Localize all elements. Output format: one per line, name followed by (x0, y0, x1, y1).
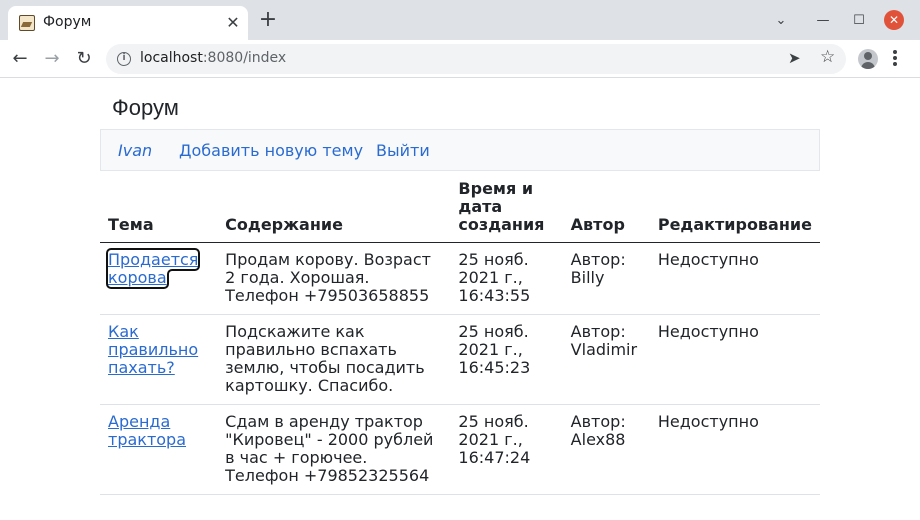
browser-toolbar: ← → ↻ i localhost:8080/index ➤ ☆ (0, 40, 920, 78)
header-topic: Тема (100, 176, 218, 243)
maximize-window-button[interactable]: ☐ (848, 10, 870, 32)
reload-icon[interactable]: ↻ (72, 47, 96, 71)
table-row: Продается корова Продам корову. Возраст … (100, 242, 820, 315)
tab-title: Форум (43, 14, 92, 30)
address-bar[interactable]: i localhost:8080/index ➤ ☆ (106, 44, 846, 74)
browser-menu-icon[interactable] (892, 49, 898, 69)
minimize-window-button[interactable]: — (812, 10, 834, 32)
author-cell: Автор: Vladimir (562, 314, 650, 405)
content-cell: Сдам в аренду трактор "Кировец" - 2000 р… (217, 404, 451, 495)
header-edit: Редактирование (649, 176, 820, 243)
author-cell: Автор: Alex88 (562, 404, 650, 495)
browser-tabstrip: Форум ✕ + ⌄ — ☐ ✕ (0, 0, 920, 40)
topic-cell: Продается корова (100, 242, 218, 315)
back-arrow-icon[interactable]: ← (8, 47, 32, 71)
tab-close-icon[interactable]: ✕ (224, 14, 242, 32)
url-path: :8080/index (202, 50, 287, 66)
url-text[interactable]: localhost:8080/index (140, 50, 286, 66)
topic-link[interactable]: Аренда трактора (108, 412, 186, 449)
favicon-icon (19, 15, 35, 31)
tab-search-dropdown-icon[interactable]: ⌄ (770, 10, 792, 32)
topic-cell: Аренда трактора (100, 404, 218, 495)
top-navbar: Ivan Добавить новую тему Выйти (100, 129, 820, 171)
topic-cell: Как правильно пахать? (100, 314, 218, 405)
content-cell: Подскажите как правильно вспахать землю,… (217, 314, 451, 405)
table-row: Аренда трактора Сдам в аренду трактор "К… (100, 404, 820, 495)
logout-link[interactable]: Выйти (376, 141, 430, 160)
author-cell: Автор: Billy (562, 242, 650, 315)
topics-table: Тема Содержание Время и дата создания Ав… (100, 176, 820, 495)
table-row: Как правильно пахать? Подскажите как пра… (100, 314, 820, 405)
current-user-name[interactable]: Ivan (118, 141, 152, 160)
time-cell: 25 нояб. 2021 г., 16:43:55 (450, 242, 563, 315)
edit-cell: Недоступно (649, 314, 820, 405)
header-author: Автор (562, 176, 650, 243)
profile-avatar-icon[interactable] (858, 49, 878, 69)
bookmark-star-icon[interactable]: ☆ (820, 47, 835, 67)
header-time: Время и дата создания (450, 176, 563, 243)
site-info-icon[interactable]: i (117, 52, 131, 66)
edit-cell: Недоступно (649, 242, 820, 315)
time-cell: 25 нояб. 2021 г., 16:45:23 (450, 314, 563, 405)
add-topic-link[interactable]: Добавить новую тему (179, 141, 363, 160)
edit-cell: Недоступно (649, 404, 820, 495)
topic-link[interactable]: Продается корова (105, 248, 201, 289)
page-title: Форум (112, 95, 179, 120)
new-tab-button[interactable]: + (256, 9, 280, 33)
close-window-button[interactable]: ✕ (884, 10, 904, 30)
header-content: Содержание (217, 176, 451, 243)
browser-tab[interactable]: Форум ✕ (8, 6, 248, 40)
send-to-devices-icon[interactable]: ➤ (788, 49, 801, 67)
url-host: localhost (140, 50, 203, 66)
content-cell: Продам корову. Возраст 2 года. Хорошая. … (217, 242, 451, 315)
forward-arrow-icon[interactable]: → (40, 47, 64, 71)
time-cell: 25 нояб. 2021 г., 16:47:24 (450, 404, 563, 495)
table-header-row: Тема Содержание Время и дата создания Ав… (100, 176, 820, 243)
topic-link[interactable]: Как правильно пахать? (108, 322, 198, 377)
